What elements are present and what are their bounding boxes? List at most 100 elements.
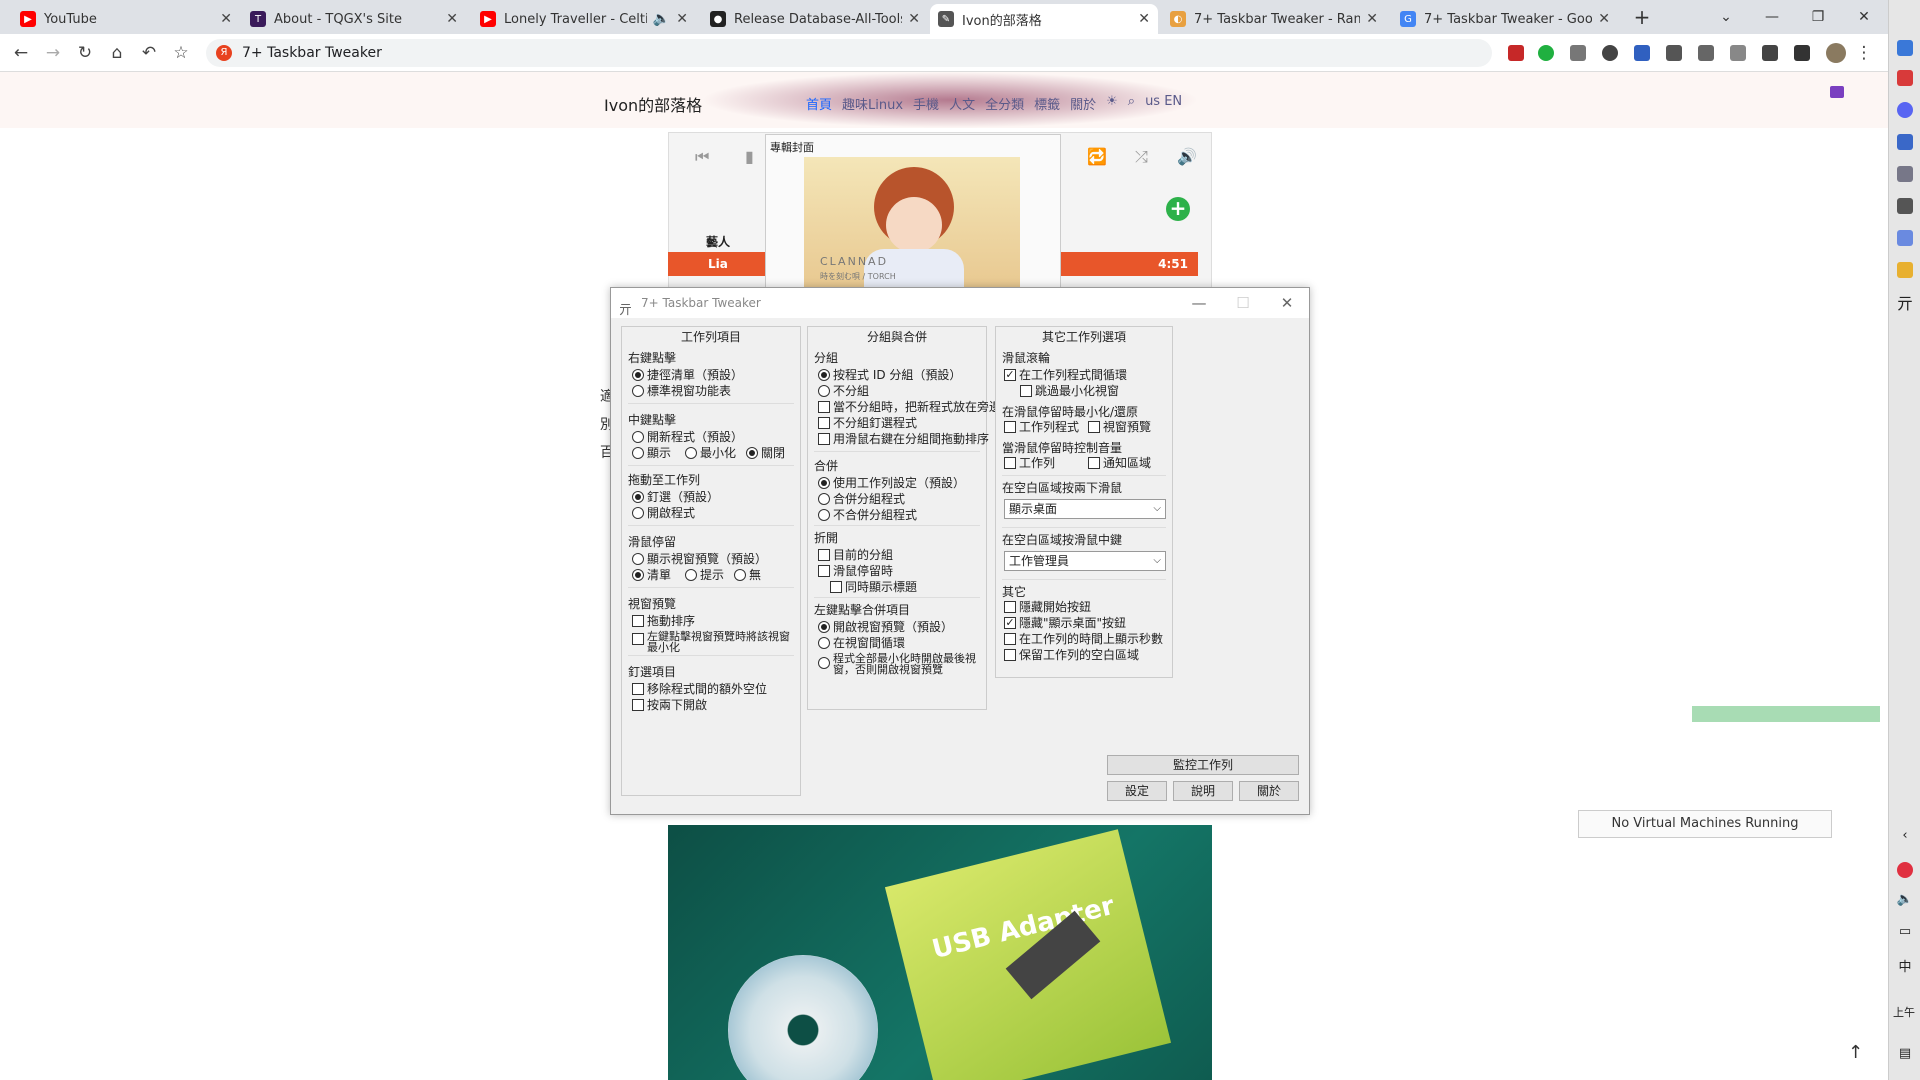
checkbox-place-new-beside[interactable]: 當不分組時，把新程式放在旁邊 [818,401,1001,413]
search-icon[interactable]: ⌕ [1128,94,1135,113]
inspector-button[interactable]: 監控工作列 [1107,755,1299,775]
language-switch[interactable]: us EN [1145,94,1182,113]
checkbox-volume-tray[interactable]: 通知區域 [1088,457,1151,469]
volume-tray-icon[interactable]: 🔈 [1893,892,1917,907]
checkbox-hide-start[interactable]: 隱藏開始按鈕 [1004,601,1091,613]
ime-indicator[interactable]: 中 [1893,956,1917,975]
scroll-to-top-icon[interactable]: ↑ [1848,1042,1863,1063]
radio-hover-preview[interactable]: 顯示視窗預覽（預設） [632,553,767,565]
double-click-action-select[interactable]: 顯示桌面 ⌵ [1004,499,1166,519]
radio-window-menu[interactable]: 標準視窗功能表 [632,385,731,397]
reload-icon[interactable]: ↻ [72,40,98,66]
dialog-titlebar[interactable]: 亓 7+ Taskbar Tweaker — ☐ ✕ [611,288,1309,318]
close-tab-icon[interactable]: ✕ [446,11,458,27]
taskbar-app-icon[interactable] [1897,40,1913,56]
checkbox-show-seconds[interactable]: 在工作列的時間上顯示秒數 [1004,633,1163,645]
close-tab-icon[interactable]: ✕ [1138,11,1150,27]
close-tab-icon[interactable]: ✕ [1598,11,1610,27]
crop-extension-icon[interactable] [1730,45,1746,61]
checkbox-volume-taskbar[interactable]: 工作列 [1004,457,1055,469]
radio-hover-tooltip[interactable]: 提示 [685,569,724,581]
checkbox-remove-gap[interactable]: 移除程式間的額外空位 [632,683,767,695]
radio-use-taskbar-setting[interactable]: 使用工作列設定（預設） [818,477,965,489]
checkbox-right-drag-groups[interactable]: 用滑鼠右鍵在分組間拖動排序 [818,433,989,445]
discord-icon[interactable] [1897,102,1913,118]
undo-icon[interactable]: ↶ [136,40,162,66]
playlist-extension-icon[interactable] [1698,45,1714,61]
radio-hover-list[interactable]: 清單 [632,569,671,581]
nav-tags[interactable]: 標籤 [1034,94,1060,113]
radio-drag-pin[interactable]: 釘選（預設） [632,491,719,503]
shuffle-icon[interactable]: ⤮ [1135,147,1148,167]
site-title[interactable]: Ivon的部落格 [604,92,702,116]
show-hidden-icons-icon[interactable]: ‹ [1893,828,1917,843]
radio-combine-grouped[interactable]: 合併分組程式 [818,493,905,505]
radio-cycle-windows[interactable]: 在視窗間循環 [818,637,905,649]
radio-last-window[interactable]: 程式全部最小化時開啟最後視窗，否則開啟視窗預覽 [818,653,982,675]
taskbar-app-icon[interactable] [1897,166,1913,182]
network-tray-icon[interactable]: ▭ [1893,924,1917,939]
volume-icon[interactable]: 🔊 [1177,147,1197,166]
tab-search-icon[interactable]: ⌄ [1706,4,1746,30]
previous-icon[interactable]: ⏮ [695,147,709,167]
file-explorer-icon[interactable] [1897,262,1913,278]
checkbox-cycle-programs[interactable]: ✓ 在工作列程式間循環 [1004,369,1127,381]
home-icon[interactable]: ⌂ [104,40,130,66]
close-tab-icon[interactable]: ✕ [1366,11,1378,27]
radio-open-preview[interactable]: 開啟視窗預覽（預設） [818,621,953,633]
radio-drag-open[interactable]: 開啟程式 [632,507,695,519]
tab-ramen-taskbar[interactable]: ◐ 7+ Taskbar Tweaker - Ramen ✕ [1162,4,1386,34]
add-to-playlist-button[interactable]: + [1166,197,1190,221]
checkbox-on-hover[interactable]: 滑鼠停留時 [818,565,893,577]
checkbox-current-group[interactable]: 目前的分組 [818,549,893,561]
address-bar[interactable]: Я 7+ Taskbar Tweaker [206,39,1492,67]
checkbox-hover-taskbar-programs[interactable]: 工作列程式 [1004,421,1079,433]
back-icon[interactable]: ← [8,40,34,66]
close-tab-icon[interactable]: ✕ [220,11,232,27]
forward-icon[interactable]: → [40,40,66,66]
dialog-close-button[interactable]: ✕ [1265,288,1309,318]
download-icon[interactable] [1762,45,1778,61]
mute-tab-icon[interactable]: 🔈 [653,11,670,27]
tab-google-taskbar[interactable]: G 7+ Taskbar Tweaker - Google ✕ [1392,4,1618,34]
about-button[interactable]: 關於 [1239,781,1299,801]
tray-app-icon[interactable] [1897,862,1913,878]
tab-about-tqgx[interactable]: T About - TQGX's Site ✕ [242,4,466,34]
radio-close[interactable]: 關閉 [746,447,785,459]
address-text[interactable]: 7+ Taskbar Tweaker [242,45,382,61]
tab-youtube[interactable]: ▶ YouTube ✕ [12,4,240,34]
theme-toggle-icon[interactable]: ☀ [1106,94,1118,113]
checkbox-drag-reorder[interactable]: 拖動排序 [632,615,695,627]
checkbox-double-click-open[interactable]: 按兩下開啟 [632,699,707,711]
floating-extension-icon[interactable] [1830,86,1844,98]
side-panel-icon[interactable] [1794,45,1810,61]
checkbox-keep-empty-space[interactable]: 保留工作列的空白區域 [1004,649,1139,661]
close-tab-icon[interactable]: ✕ [676,11,688,27]
close-tab-icon[interactable]: ✕ [908,11,920,27]
menu-kebab-icon[interactable]: ⋮ [1854,40,1874,66]
extension-icon[interactable] [1602,45,1618,61]
checkbox-skip-minimized[interactable]: 跳過最小化視窗 [1020,385,1119,397]
pause-icon[interactable]: ▮ [745,147,754,166]
checkbox-show-titles[interactable]: 同時顯示標題 [830,581,917,593]
dialog-minimize-button[interactable]: — [1177,288,1221,318]
checkbox-minimize-on-click[interactable]: 左鍵點擊視窗預覽時將該視窗最小化 [632,631,796,653]
nav-about[interactable]: 關於 [1070,94,1096,113]
restore-button[interactable]: ❐ [1798,4,1838,30]
radio-no-grouping[interactable]: 不分組 [818,385,869,397]
clock[interactable]: 上午 0 [1893,1004,1917,1020]
radio-show[interactable]: 顯示 [632,447,671,459]
settings-button[interactable]: 設定 [1107,781,1167,801]
taskbar-app-icon[interactable] [1897,70,1913,86]
dialog-maximize-button[interactable]: ☐ [1221,288,1265,318]
taskbar-app-icon[interactable] [1897,198,1913,214]
radio-minimize[interactable]: 最小化 [685,447,736,459]
radio-hover-none[interactable]: 無 [734,569,761,581]
notification-icon[interactable]: ▤ [1893,1046,1917,1061]
repeat-icon[interactable]: 🔁 [1087,147,1107,166]
grid-extension-icon[interactable] [1666,45,1682,61]
bookmark-star-icon[interactable]: ☆ [168,40,194,66]
checkbox-hide-show-desktop[interactable]: ✓ 隱藏"顯示桌面"按鈕 [1004,617,1126,629]
tab-release-database[interactable]: ● Release Database-All-Tools · ✕ [702,4,928,34]
nav-home[interactable]: 首頁 [806,94,832,113]
